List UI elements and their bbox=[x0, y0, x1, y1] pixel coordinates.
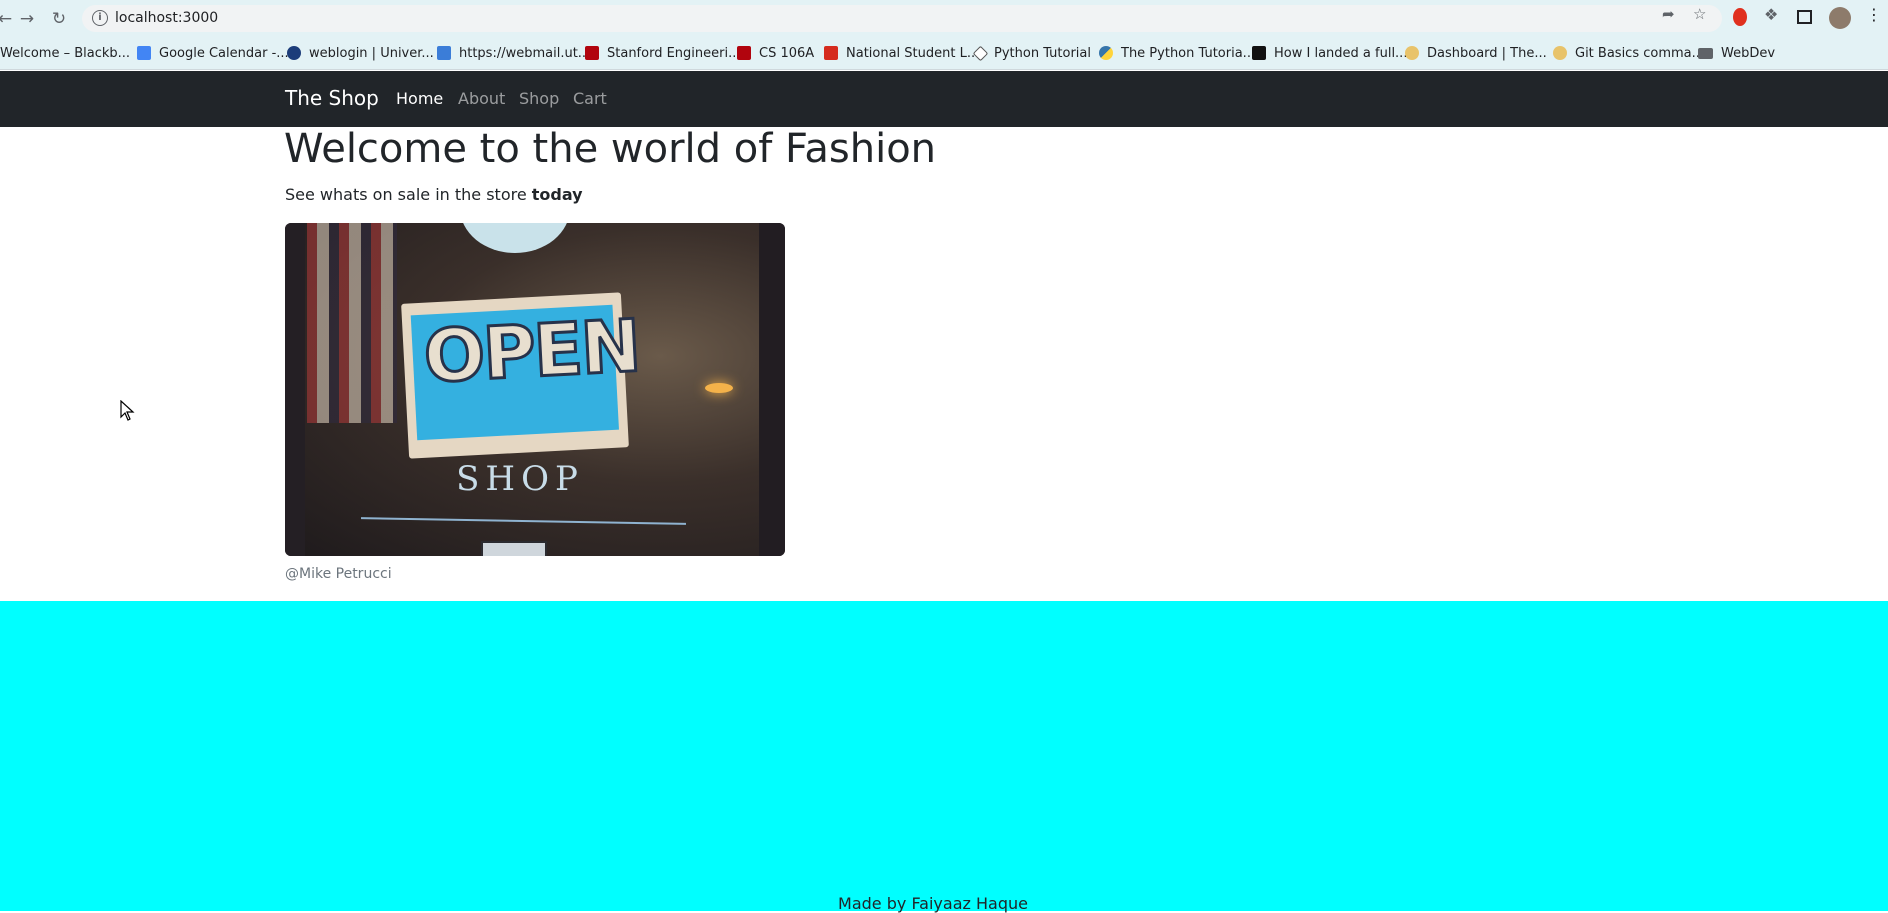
menu-kebab-icon[interactable]: ⋮ bbox=[1866, 5, 1882, 24]
odin-icon bbox=[1553, 46, 1567, 60]
nav-link-home[interactable]: Home bbox=[396, 89, 443, 108]
bookmark-python-docs[interactable]: The Python Tutoria... bbox=[1099, 43, 1255, 63]
webmail-icon bbox=[437, 46, 451, 60]
university-icon bbox=[287, 46, 301, 60]
bookmark-webmail[interactable]: https://webmail.ut... bbox=[437, 43, 590, 63]
opera-extension-icon[interactable] bbox=[1733, 8, 1747, 26]
bookmark-cs106a[interactable]: CS 106A bbox=[737, 43, 814, 63]
folder-icon bbox=[1698, 47, 1713, 59]
nav-link-shop[interactable]: Shop bbox=[519, 89, 559, 108]
site-info-icon[interactable]: i bbox=[92, 10, 108, 26]
hero-image-open-shop-sign: OPEN SHOP bbox=[285, 223, 785, 556]
diamond-icon bbox=[972, 45, 989, 61]
bookmark-blackboard[interactable]: Welcome – Blackb... bbox=[0, 43, 130, 63]
maple-leaf-icon bbox=[824, 46, 838, 60]
footer: Made by Faiyaaz Haque bbox=[0, 601, 1888, 913]
page-title: Welcome to the world of Fashion bbox=[284, 126, 937, 172]
bookmark-weblogin[interactable]: weblogin | Univer... bbox=[287, 43, 434, 63]
address-bar[interactable]: i localhost:3000 bbox=[82, 5, 1722, 32]
stanford-icon bbox=[585, 46, 599, 60]
stanford-icon bbox=[737, 46, 751, 60]
browser-toolbar: ← → ↻ i localhost:3000 ➦ ☆ ❖ ⋮ bbox=[0, 0, 1888, 36]
bookmark-national-student-loans[interactable]: National Student L... bbox=[824, 43, 979, 63]
extensions-puzzle-icon[interactable]: ❖ bbox=[1764, 5, 1778, 24]
article-icon bbox=[1252, 46, 1266, 60]
footer-credit: Made by Faiyaaz Haque bbox=[838, 894, 1028, 913]
lamp-shape bbox=[460, 223, 570, 253]
reload-icon[interactable]: ↻ bbox=[48, 8, 70, 30]
bookmark-star-icon[interactable]: ☆ bbox=[1693, 5, 1706, 23]
forward-icon[interactable]: → bbox=[16, 8, 38, 30]
navbar-brand[interactable]: The Shop bbox=[285, 86, 379, 110]
lead-bold-text: today bbox=[531, 185, 583, 204]
photo-credit: @Mike Petrucci bbox=[285, 566, 392, 582]
profile-avatar[interactable] bbox=[1829, 7, 1851, 29]
bookmark-dashboard[interactable]: Dashboard | The... bbox=[1405, 43, 1547, 63]
bookmarks-bar: Welcome – Blackb... Google Calendar -...… bbox=[0, 36, 1888, 70]
bookmark-google-calendar[interactable]: Google Calendar -... bbox=[137, 43, 289, 63]
back-icon[interactable]: ← bbox=[0, 8, 16, 30]
nav-link-about[interactable]: About bbox=[458, 89, 505, 108]
python-icon bbox=[1099, 46, 1113, 60]
bookmark-folder-webdev[interactable]: WebDev bbox=[1698, 43, 1775, 63]
share-icon[interactable]: ➦ bbox=[1662, 5, 1675, 23]
bookmark-how-i-landed[interactable]: How I landed a full... bbox=[1252, 43, 1407, 63]
bookmark-stanford-engineering[interactable]: Stanford Engineeri... bbox=[585, 43, 741, 63]
mouse-cursor-icon bbox=[120, 400, 135, 421]
open-sign-text: OPEN bbox=[420, 302, 643, 400]
open-sign: OPEN bbox=[401, 292, 643, 459]
nav-link-cart[interactable]: Cart bbox=[573, 89, 607, 108]
bookmark-git-basics[interactable]: Git Basics comma... bbox=[1553, 43, 1704, 63]
side-panel-icon[interactable] bbox=[1797, 10, 1812, 24]
calendar-icon bbox=[137, 46, 151, 60]
site-navbar: The Shop Home About Shop Cart bbox=[0, 71, 1888, 127]
lead-text: See whats on sale in the store today bbox=[285, 185, 583, 204]
shop-window-text: SHOP bbox=[456, 459, 584, 499]
odin-icon bbox=[1405, 46, 1419, 60]
bookmark-python-tutorial[interactable]: Python Tutorial bbox=[972, 43, 1091, 63]
url-text[interactable]: localhost:3000 bbox=[115, 10, 218, 26]
